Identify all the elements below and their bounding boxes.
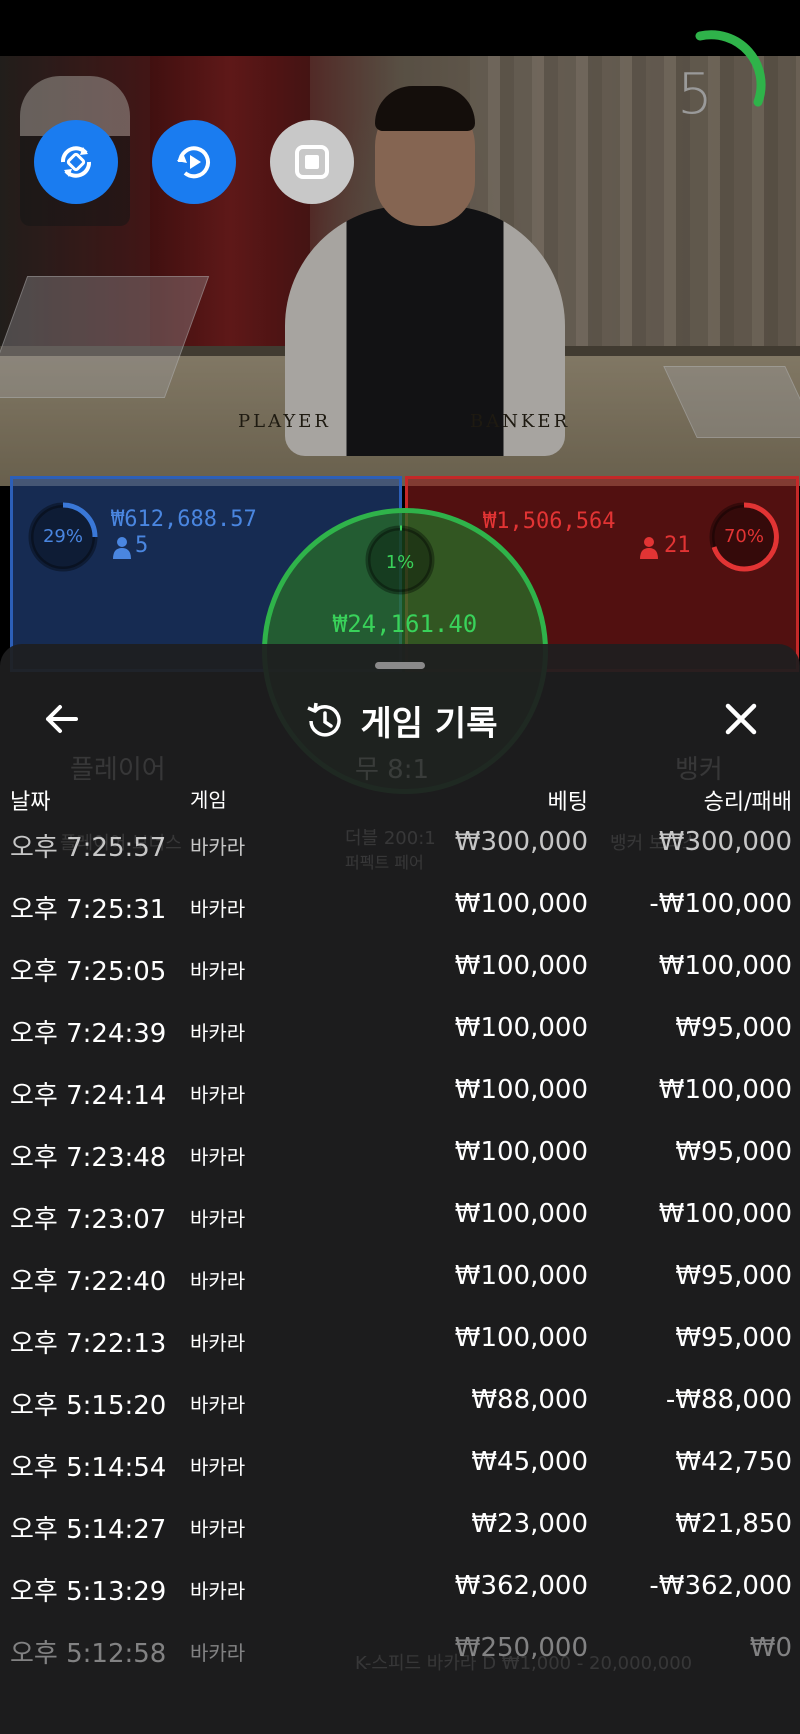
drag-handle[interactable] [375,662,425,669]
rotate-button[interactable] [34,120,118,204]
column-game: 게임 [190,788,227,812]
row-result: ₩95,000 [675,1261,792,1291]
column-bet: 베팅 [547,790,588,815]
row-result: ₩0 [749,1633,792,1663]
tie-percent: 1% [385,552,415,573]
row-game: 바카라 [190,1083,246,1107]
rotate-icon [61,146,91,178]
ghost-double: 더블 200:1 [345,828,436,849]
row-date: 오후 5:14:54 [10,1453,167,1483]
row-date: 오후 7:24:39 [10,1019,167,1049]
row-date: 오후 7:25:31 [10,895,167,925]
row-game: 바카라 [190,1207,246,1231]
row-game: 바카라 [190,1269,246,1293]
column-date: 날짜 [10,790,51,815]
row-game: 바카라 [190,1455,246,1479]
row-bet: ₩100,000 [454,1199,588,1229]
stop-icon [295,145,329,179]
row-date: 오후 7:23:07 [10,1205,167,1235]
row-game: 바카라 [190,1021,246,1045]
ghost-perfect-pair: 퍼펙트 페어 [345,853,424,872]
player-percent: 29% [42,526,83,547]
row-date: 오후 7:25:05 [10,957,167,987]
row-bet: ₩300,000 [454,827,588,857]
replay-button[interactable] [152,120,236,204]
row-bet: ₩100,000 [454,1323,588,1353]
row-game: 바카라 [190,1331,246,1355]
row-bet: ₩45,000 [471,1447,588,1477]
row-bet: ₩250,000 [454,1633,588,1663]
row-game: 바카라 [190,897,246,921]
row-game: 바카라 [190,1145,246,1169]
close-icon [725,703,757,735]
column-result: 승리/패배 [703,790,792,815]
player-amount: ₩612,688.57 [111,507,257,532]
row-bet: ₩362,000 [454,1571,588,1601]
row-result: ₩100,000 [658,951,792,981]
sheet-title: 게임 기록 [360,704,498,744]
row-result: ₩300,000 [658,827,792,857]
person-icon [640,537,658,559]
stop-button[interactable] [270,120,354,204]
row-result: ₩42,750 [675,1447,792,1477]
row-date: 오후 7:24:14 [10,1081,167,1111]
row-date: 오후 5:13:29 [10,1577,167,1607]
close-button[interactable] [716,694,766,744]
row-bet: ₩88,000 [471,1385,588,1415]
row-game: 바카라 [190,1517,246,1541]
row-date: 오후 5:14:27 [10,1515,167,1545]
row-bet: ₩100,000 [454,1013,588,1043]
row-date: 오후 7:22:40 [10,1267,167,1297]
banker-percent: 70% [723,526,764,547]
row-result: ₩100,000 [658,1075,792,1105]
banker-count: 21 [664,533,691,558]
banker-amount: ₩1,506,564 [483,509,616,534]
row-bet: ₩100,000 [454,889,588,919]
person-icon [113,537,131,559]
row-result: -₩88,000 [665,1385,792,1415]
sheet-header: 게임 기록 [0,684,800,764]
row-result: ₩100,000 [658,1199,792,1229]
sheet-title-group: 게임 기록 [0,696,800,745]
row-bet: ₩100,000 [454,1137,588,1167]
replay-icon [177,146,210,179]
row-result: ₩95,000 [675,1013,792,1043]
row-result: -₩362,000 [649,1571,792,1601]
row-date: 오후 7:22:13 [10,1329,167,1359]
row-game: 바카라 [190,1579,246,1603]
row-game: 바카라 [190,1393,246,1417]
row-bet: ₩100,000 [454,1075,588,1105]
game-history-sheet: 플레이어 무 8:1 뱅커 플레이어 보너스 더블 200:1 뱅커 보너스 퍼… [0,644,800,1734]
row-game: 바카라 [190,1641,246,1665]
row-game: 바카라 [190,959,246,983]
row-game: 바카라 [190,835,246,859]
tie-amount: ₩24,161.40 [332,610,478,638]
row-result: ₩21,850 [675,1509,792,1539]
row-result: ₩95,000 [675,1323,792,1353]
history-icon [306,702,341,737]
row-bet: ₩23,000 [471,1509,588,1539]
row-date: 오후 5:12:58 [10,1639,167,1669]
row-date: 오후 5:15:20 [10,1391,167,1421]
row-result: ₩95,000 [675,1137,792,1167]
player-count: 5 [135,533,149,558]
row-date: 오후 7:25:57 [10,833,167,863]
row-date: 오후 7:23:48 [10,1143,167,1173]
row-bet: ₩100,000 [454,1261,588,1291]
row-result: -₩100,000 [649,889,792,919]
row-bet: ₩100,000 [454,951,588,981]
countdown-timer: 5 [677,62,713,127]
